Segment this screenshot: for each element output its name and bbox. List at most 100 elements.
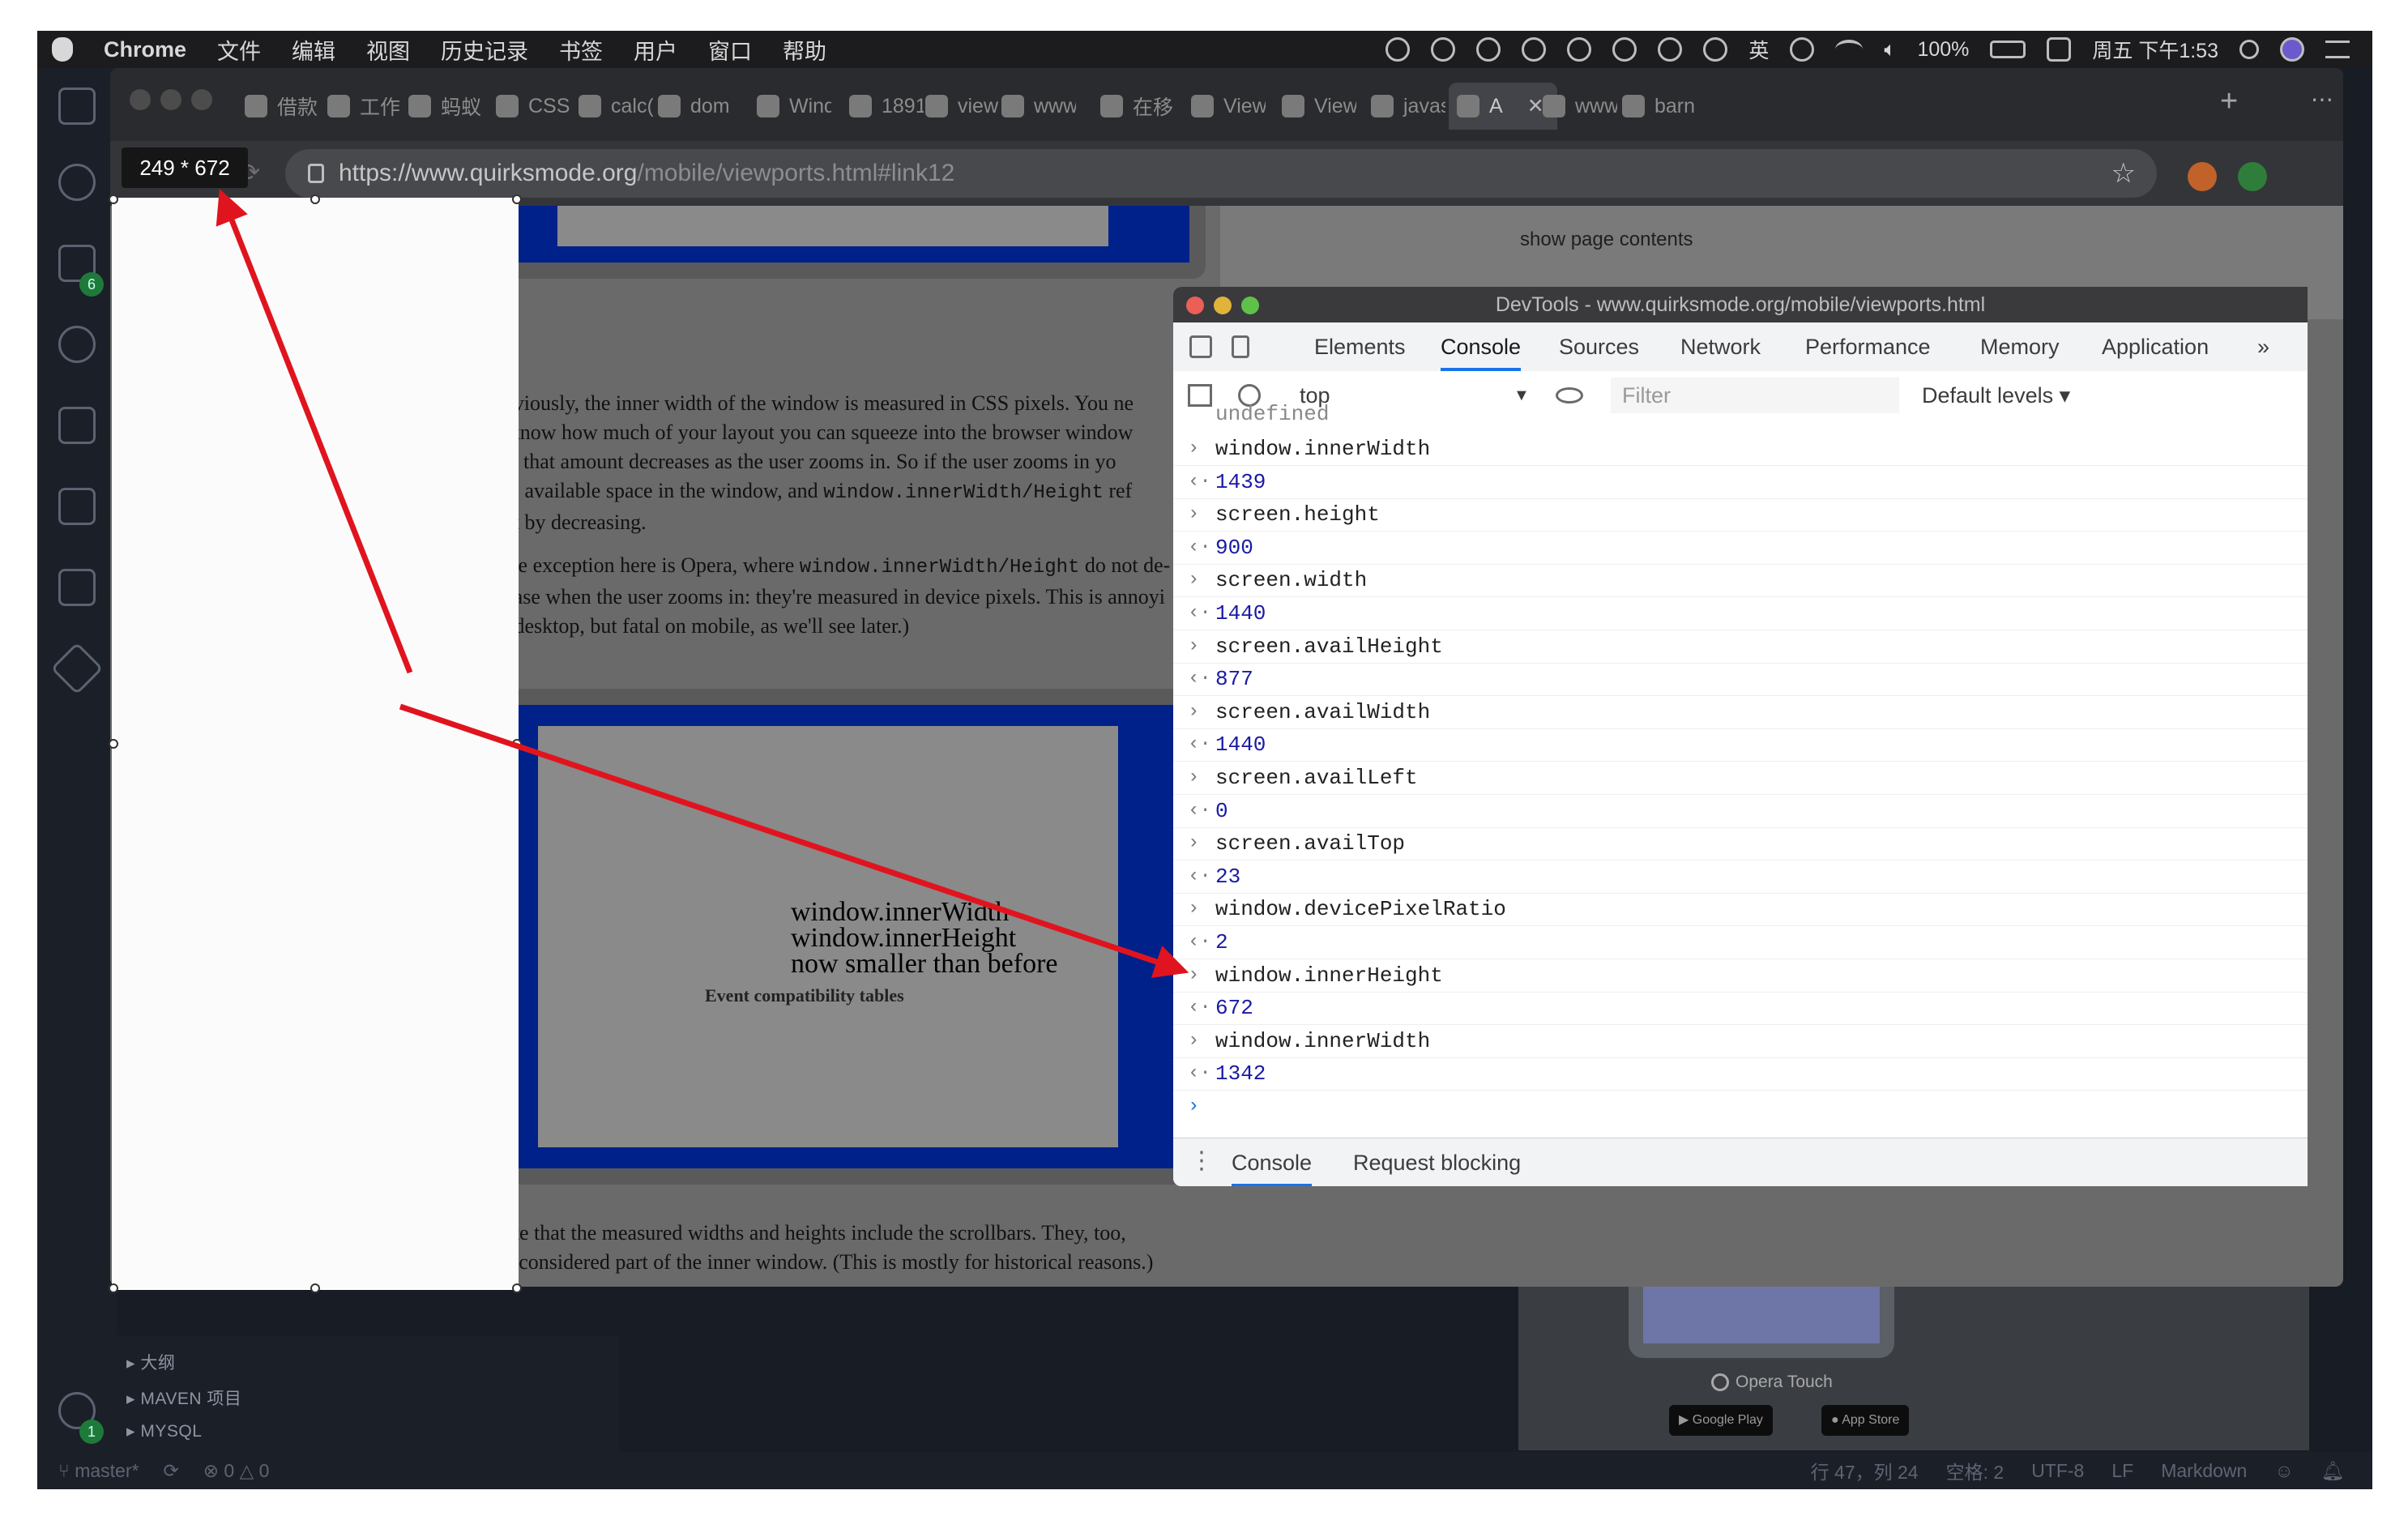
indentation[interactable]: 空格: 2: [1946, 1457, 2005, 1484]
browser-tab[interactable]: view: [925, 83, 1000, 130]
app-store-badge[interactable]: ● App Store: [1821, 1405, 1910, 1436]
console-input-line[interactable]: › screen.height: [1173, 498, 2308, 532]
live-expression-eye-icon[interactable]: [1556, 387, 1583, 404]
selection-handle-top-right[interactable]: [512, 194, 522, 204]
browser-tab[interactable]: www: [1543, 83, 1617, 130]
emoji-icon[interactable]: [1703, 37, 1728, 62]
console-input-line[interactable]: › window.innerWidth: [1173, 433, 2308, 466]
tab-performance[interactable]: Performance: [1805, 322, 1931, 371]
menu-people[interactable]: 用户: [634, 34, 677, 66]
google-play-badge[interactable]: ▶ Google Play: [1669, 1405, 1773, 1436]
browser-tab[interactable]: A ✕: [1449, 83, 1557, 130]
apple-menu-icon[interactable]: [52, 37, 73, 62]
selection-handle-top-left[interactable]: [109, 194, 118, 204]
problems-indicator[interactable]: ⊗ 0 △ 0: [203, 1460, 270, 1482]
explorer-icon[interactable]: [58, 88, 96, 125]
browser-tab[interactable]: 1891: [849, 83, 924, 130]
address-bar[interactable]: https://www.quirksmode.org/mobile/viewpo…: [285, 149, 2157, 198]
console-input-line[interactable]: › screen.availHeight: [1173, 630, 2308, 664]
battery-icon[interactable]: [1990, 41, 2026, 58]
console-result-line[interactable]: ‹· 1440: [1173, 597, 2308, 630]
language-mode[interactable]: Markdown: [2161, 1460, 2247, 1482]
battery-percentage[interactable]: 100%: [1917, 38, 1969, 62]
menu-bookmarks[interactable]: 书签: [559, 34, 603, 66]
maven-section[interactable]: ▸ MAVEN 项目: [126, 1386, 241, 1410]
tab-network[interactable]: Network: [1680, 322, 1761, 371]
time-machine-icon[interactable]: [1612, 37, 1637, 62]
console-input-line[interactable]: › window.devicePixelRatio: [1173, 893, 2308, 927]
drawer-tab-console[interactable]: Console: [1232, 1138, 1313, 1186]
browser-tab[interactable]: Wind: [757, 83, 831, 130]
chat-icon[interactable]: [1522, 37, 1547, 62]
spotlight-search-icon[interactable]: [2239, 40, 2259, 59]
volume-icon[interactable]: 🔈︎: [1884, 38, 1896, 62]
menubar-app-name[interactable]: Chrome: [104, 37, 186, 62]
profile-avatar[interactable]: [2188, 162, 2217, 191]
browser-tab[interactable]: calc(: [579, 83, 653, 130]
menu-edit[interactable]: 编辑: [292, 34, 335, 66]
cursor-position[interactable]: 行 47，列 24: [1811, 1457, 1919, 1484]
browser-tab[interactable]: 借款: [245, 83, 319, 130]
browser-tab[interactable]: CSS: [496, 83, 570, 130]
selection-handle-left[interactable]: [109, 739, 118, 749]
vpn-icon[interactable]: [1567, 37, 1592, 62]
notification-bell-icon[interactable]: [1476, 37, 1501, 62]
browser-tab[interactable]: dom: [658, 83, 732, 130]
window-zoom-button[interactable]: [191, 89, 212, 110]
wechat-icon[interactable]: [1431, 37, 1456, 62]
console-result-line[interactable]: ‹· 23: [1173, 860, 2308, 894]
window-minimize-button[interactable]: [160, 89, 181, 110]
console-result-line[interactable]: ‹· 1439: [1173, 466, 2308, 499]
input-method-indicator[interactable]: 英: [1748, 35, 1769, 64]
console-input-line[interactable]: › screen.width: [1173, 564, 2308, 598]
selection-handle-bottom-right[interactable]: [512, 1283, 522, 1293]
browser-tab[interactable]: View: [1282, 83, 1356, 130]
browser-tab[interactable]: javas: [1371, 83, 1445, 130]
extension-icon[interactable]: [2238, 162, 2267, 191]
menu-file[interactable]: 文件: [217, 34, 261, 66]
status-app-icon[interactable]: [1385, 37, 1411, 62]
console-prompt[interactable]: ›: [1173, 1091, 2308, 1123]
menu-history[interactable]: 历史记录: [441, 34, 528, 66]
browser-tab[interactable]: barn: [1622, 83, 1697, 130]
git-lens-icon[interactable]: [50, 642, 104, 695]
menu-help[interactable]: 帮助: [783, 34, 826, 66]
browser-tab[interactable]: View: [1191, 83, 1266, 130]
drawer-tab-request-blocking[interactable]: Request blocking: [1353, 1138, 1521, 1186]
siri-icon[interactable]: [2280, 37, 2304, 62]
debug-icon[interactable]: [58, 326, 96, 363]
console-result-line[interactable]: ‹· 0: [1173, 795, 2308, 828]
devtools-zoom-button[interactable]: [1241, 297, 1259, 314]
tab-search-icon[interactable]: ⋯: [2311, 86, 2333, 113]
search-icon[interactable]: [58, 164, 96, 201]
tab-sources[interactable]: Sources: [1559, 322, 1639, 371]
wifi-icon[interactable]: [1835, 40, 1864, 59]
console-result-line[interactable]: ‹· 672: [1173, 992, 2308, 1026]
browser-tab[interactable]: 在移: [1100, 83, 1175, 130]
tab-memory[interactable]: Memory: [1980, 322, 2060, 371]
git-branch[interactable]: ⑂ master*: [58, 1460, 139, 1482]
menu-window[interactable]: 窗口: [708, 34, 752, 66]
selection-handle-bottom-left[interactable]: [109, 1283, 118, 1293]
notification-center-icon[interactable]: [2325, 41, 2350, 58]
notifications-bell-icon[interactable]: 🔔︎: [2321, 1460, 2345, 1482]
tab-elements[interactable]: Elements: [1314, 322, 1406, 371]
docker-icon[interactable]: [58, 569, 96, 606]
browser-tab[interactable]: 蚂蚁: [408, 83, 483, 130]
console-result-line[interactable]: ‹· 1440: [1173, 728, 2308, 762]
menu-view[interactable]: 视图: [366, 34, 410, 66]
bookmark-star-icon[interactable]: ☆: [2111, 149, 2136, 198]
feedback-icon[interactable]: ☺: [2274, 1460, 2293, 1482]
browser-tab[interactable]: 工作: [327, 83, 402, 130]
outline-section[interactable]: ▸ 大纲: [126, 1350, 175, 1374]
window-close-button[interactable]: [130, 89, 151, 110]
show-sidebar-icon[interactable]: [1188, 384, 1212, 407]
scrobble-icon[interactable]: [2047, 37, 2072, 62]
device-toolbar-icon[interactable]: [1232, 335, 1249, 358]
console-result-line[interactable]: ‹· 1342: [1173, 1057, 2308, 1091]
selection-handle-right[interactable]: [512, 739, 522, 749]
devtools-minimize-button[interactable]: [1214, 297, 1232, 314]
console-input-line[interactable]: › window.innerWidth: [1173, 1025, 2308, 1058]
console-filter-input[interactable]: Filter: [1611, 378, 1899, 413]
do-not-disturb-icon[interactable]: [1790, 37, 1815, 62]
